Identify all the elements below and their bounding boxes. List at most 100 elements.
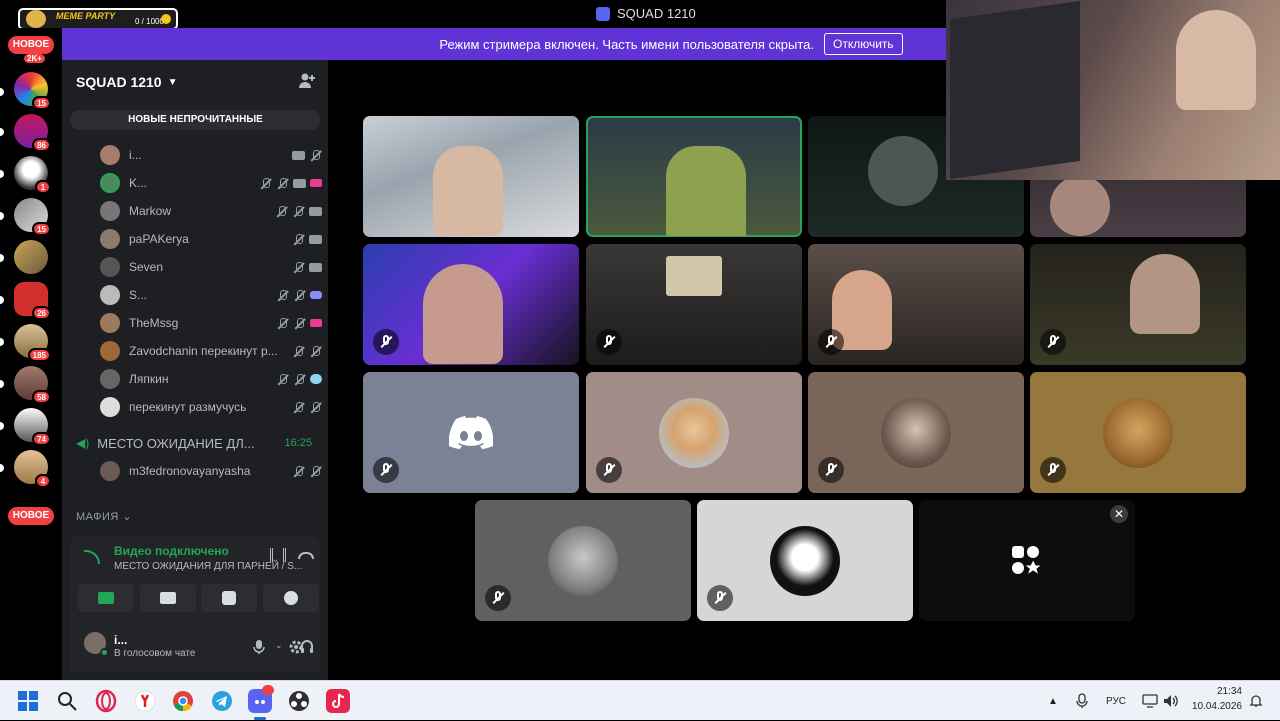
mic-muted-icon	[292, 465, 305, 478]
voice-channel-waiting[interactable]: ◀) МЕСТО ОЖИДАНИЕ ДЛ... 16:25	[76, 432, 316, 454]
voice-user[interactable]: Zavodchanin перекинут р...	[100, 338, 322, 364]
server-header[interactable]: SQUAD 1210 ▼	[62, 60, 328, 104]
status-dot	[100, 648, 109, 657]
activities-icon	[1012, 546, 1041, 574]
new-unread-pill-bottom[interactable]: НОВОЕ	[8, 507, 54, 525]
unread-pip	[0, 338, 4, 346]
participant-video	[1130, 254, 1200, 334]
unread-badge: 86	[32, 138, 51, 152]
microphone-icon[interactable]	[1075, 693, 1089, 709]
server-item[interactable]: 15	[14, 198, 51, 236]
video-tile[interactable]	[363, 244, 579, 365]
avatar-tile[interactable]	[808, 372, 1024, 493]
activities-button[interactable]	[201, 584, 257, 612]
user-status: В голосовом чате	[114, 648, 196, 659]
avatar-tile[interactable]	[363, 372, 579, 493]
avatar-tile[interactable]	[475, 500, 691, 621]
chevron-down-icon: ▼	[167, 76, 178, 88]
tray-chevron-up-icon[interactable]: ▲	[1048, 681, 1058, 721]
chevron-down-icon[interactable]: ⌄	[275, 640, 283, 651]
mic-muted-icon	[292, 233, 305, 246]
server-item[interactable]: 15	[14, 72, 51, 110]
category-mafia[interactable]: МАФИЯ ⌄	[76, 510, 132, 523]
new-unread-bar[interactable]: НОВЫЕ НЕПРОЧИТАННЫЕ	[70, 110, 321, 130]
notification-bell-icon[interactable]	[1249, 694, 1263, 708]
server-item[interactable]: 185	[14, 324, 51, 362]
voice-user[interactable]: Ляпкин	[100, 366, 322, 392]
voice-user[interactable]: paPAKerya	[100, 226, 322, 252]
clock-date[interactable]: 10.04.2026	[1186, 701, 1242, 712]
window-title-text: SQUAD 1210	[617, 6, 696, 21]
close-icon[interactable]: ✕	[1110, 505, 1128, 523]
avatar	[659, 398, 729, 468]
category-label: МАФИЯ	[76, 511, 119, 523]
video-tile[interactable]	[808, 244, 1024, 365]
mic-muted-icon	[818, 329, 844, 355]
voice-user[interactable]: m3fedronovayanyasha	[100, 458, 322, 484]
voice-channel-label[interactable]: МЕСТО ОЖИДАНИЯ ДЛЯ ПАРНЕЙ / S...	[114, 561, 302, 572]
network-icon[interactable]	[1142, 694, 1158, 708]
voice-user[interactable]: перекинут размучусь	[100, 394, 322, 420]
camera-icon	[293, 178, 306, 188]
banner-text: Режим стримера включен. Часть имени поль…	[439, 36, 814, 52]
telegram-icon[interactable]	[210, 689, 234, 713]
noise-suppression-icon[interactable]	[270, 548, 286, 562]
live-icon	[310, 319, 322, 327]
server-item[interactable]: 74	[14, 408, 51, 446]
gear-icon[interactable]	[288, 639, 304, 655]
search-icon[interactable]	[55, 689, 79, 713]
new-unread-pill-top[interactable]: НОВОЕ	[8, 36, 54, 54]
mic-muted-icon	[707, 585, 733, 611]
avatar-tile[interactable]	[586, 372, 802, 493]
window-title: SQUAD 1210	[596, 6, 696, 21]
unread-badge: 1	[35, 180, 51, 194]
opera-icon[interactable]	[94, 689, 118, 713]
server-item[interactable]: 86	[14, 114, 51, 152]
unread-pip	[0, 212, 4, 220]
disconnect-icon[interactable]	[298, 552, 314, 559]
activity-tile[interactable]	[919, 500, 1135, 621]
invite-people-icon[interactable]	[298, 72, 316, 90]
clock-time[interactable]: 21:34	[1190, 686, 1242, 697]
disable-streamer-mode-button[interactable]: Отключить	[823, 33, 903, 55]
chrome-icon[interactable]	[171, 689, 195, 713]
obs-icon[interactable]	[287, 689, 311, 713]
avatar-tile[interactable]	[1030, 372, 1246, 493]
video-tile[interactable]	[586, 244, 802, 365]
video-tile[interactable]	[363, 116, 579, 237]
voice-user[interactable]: S...	[100, 282, 322, 308]
video-tile-speaking[interactable]	[586, 116, 802, 237]
tiktok-icon[interactable]	[326, 689, 350, 713]
server-item[interactable]: 1	[14, 156, 51, 194]
volume-icon[interactable]	[1163, 694, 1179, 708]
streamer-face	[1176, 10, 1256, 110]
yandex-browser-icon[interactable]	[133, 689, 157, 713]
share-screen-button[interactable]	[140, 584, 196, 612]
voice-user[interactable]: K...	[100, 170, 322, 196]
voice-user[interactable]: i...	[100, 142, 322, 168]
background-monitor	[950, 0, 1080, 180]
keyboard-language[interactable]: РУС	[1106, 681, 1126, 721]
deafened-icon	[293, 317, 306, 330]
voice-user[interactable]: TheMssg	[100, 310, 322, 336]
close-icon	[309, 149, 322, 162]
voice-user-name: paPAKerya	[129, 232, 189, 246]
unread-pip	[0, 422, 4, 430]
mic-muted-icon	[276, 373, 289, 386]
avatar-tile[interactable]	[697, 500, 913, 621]
unread-badge: 15	[32, 222, 51, 236]
server-item[interactable]	[14, 240, 48, 274]
server-name: SQUAD 1210	[76, 74, 162, 90]
windows-start-icon[interactable]	[16, 689, 40, 713]
soundboard-button[interactable]	[263, 584, 319, 612]
camera-button[interactable]	[78, 584, 134, 612]
voice-user[interactable]: Seven	[100, 254, 322, 280]
video-tile[interactable]	[1030, 244, 1246, 365]
voice-user-name: Ляпкин	[129, 372, 169, 386]
server-item[interactable]: 26	[14, 282, 51, 320]
streamer-webcam-overlay	[946, 0, 1280, 180]
server-item[interactable]: 4	[14, 450, 51, 488]
microphone-icon[interactable]	[252, 639, 266, 655]
server-item[interactable]: 58	[14, 366, 51, 404]
voice-user[interactable]: Markow	[100, 198, 322, 224]
